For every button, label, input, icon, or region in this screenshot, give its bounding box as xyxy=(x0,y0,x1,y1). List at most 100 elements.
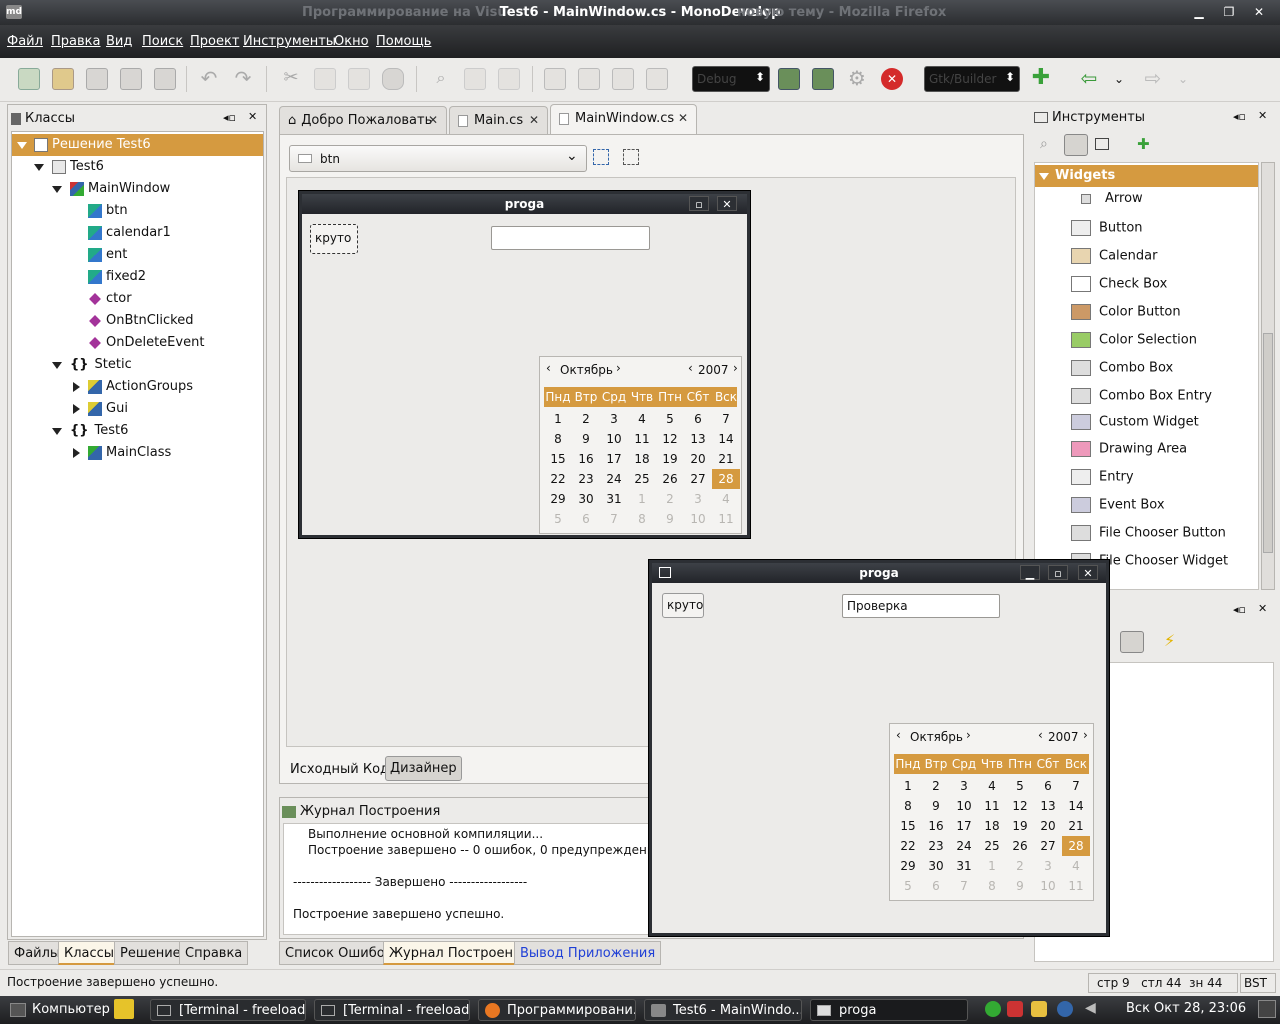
calendar-day[interactable]: 29 xyxy=(544,489,572,509)
calendar-day[interactable]: 31 xyxy=(600,489,628,509)
calendar-day[interactable]: 6 xyxy=(922,876,950,896)
calendar-day[interactable]: 9 xyxy=(656,509,684,529)
print-icon[interactable] xyxy=(154,68,176,90)
tool-item[interactable]: Event Box xyxy=(1071,497,1165,519)
calendar-day[interactable]: 18 xyxy=(978,816,1006,836)
calendar-day[interactable]: 7 xyxy=(712,409,740,429)
calendar-day[interactable]: 28 xyxy=(1062,836,1090,856)
calendar-day[interactable]: 27 xyxy=(684,469,712,489)
calendar-day[interactable]: 12 xyxy=(656,429,684,449)
calendar-day[interactable]: 2 xyxy=(1006,856,1034,876)
calendar-day[interactable]: 19 xyxy=(1006,816,1034,836)
calendar-day[interactable]: 24 xyxy=(600,469,628,489)
calendar-day[interactable]: 21 xyxy=(1062,816,1090,836)
calendar-day[interactable]: 6 xyxy=(684,409,712,429)
configuration-combo[interactable]: Debug ⬍ xyxy=(692,66,770,92)
tree-item-solution[interactable]: Решение Test6 xyxy=(12,134,263,156)
calendar-day[interactable]: 9 xyxy=(572,429,600,449)
calendar-day[interactable]: 4 xyxy=(978,776,1006,796)
calendar-day[interactable]: 4 xyxy=(1062,856,1090,876)
stop-icon[interactable]: ✕ xyxy=(881,68,903,90)
tab-build-log[interactable]: Журнал Построения xyxy=(383,941,536,965)
prev-month-icon[interactable]: ‹ xyxy=(546,361,551,375)
designer-button-kruto[interactable]: круто xyxy=(310,224,358,254)
calendar-day[interactable]: 6 xyxy=(572,509,600,529)
tray-skype-icon[interactable] xyxy=(1057,1001,1073,1017)
tool-item[interactable]: Custom Widget xyxy=(1071,414,1199,436)
indent-icon[interactable] xyxy=(544,68,566,90)
tool-item[interactable]: Button xyxy=(1071,220,1143,242)
maximize-icon[interactable]: ▫ xyxy=(689,196,709,211)
expander-icon[interactable] xyxy=(34,164,44,171)
menu-file[interactable]: Файл xyxy=(7,34,43,49)
start-menu-button[interactable]: Компьютер xyxy=(4,999,116,1021)
calendar-day[interactable]: 7 xyxy=(600,509,628,529)
calendar-day[interactable]: 9 xyxy=(1006,876,1034,896)
close-icon[interactable]: ✕ xyxy=(717,196,737,211)
menu-project[interactable]: Проект xyxy=(190,34,239,49)
expander-icon[interactable] xyxy=(17,142,27,149)
calendar-day[interactable]: 20 xyxy=(1034,816,1062,836)
task-proga[interactable]: proga xyxy=(810,999,968,1021)
task-firefox[interactable]: Программировани... xyxy=(478,999,636,1021)
calendar-day[interactable]: 1 xyxy=(894,776,922,796)
close-icon[interactable]: ✕ xyxy=(1078,565,1098,580)
comment-icon[interactable] xyxy=(612,68,634,90)
list-view-icon[interactable] xyxy=(1064,134,1088,156)
tool-item[interactable]: File Chooser Button xyxy=(1071,525,1226,547)
forward-dropdown-icon[interactable]: ⌄ xyxy=(1172,68,1194,90)
calendar-day[interactable]: 8 xyxy=(628,509,656,529)
menu-search[interactable]: Поиск xyxy=(142,34,183,49)
back-icon[interactable]: ⇦ xyxy=(1078,68,1100,90)
tab-error-list[interactable]: Список Ошибок xyxy=(279,941,399,965)
calendar-day[interactable]: 17 xyxy=(600,449,628,469)
settings-icon[interactable]: ⚙ xyxy=(846,68,868,90)
calendar-day[interactable]: 18 xyxy=(628,449,656,469)
next-month-icon[interactable]: › xyxy=(966,728,971,742)
calendar-day[interactable]: 15 xyxy=(544,449,572,469)
calendar-day[interactable]: 10 xyxy=(684,509,712,529)
tree-item-namespace[interactable]: {} Stetic xyxy=(12,354,263,376)
pad-close-icon[interactable]: ✕ xyxy=(1258,602,1267,615)
calendar-day[interactable]: 12 xyxy=(1006,796,1034,816)
calendar-day[interactable]: 7 xyxy=(1062,776,1090,796)
tab-help[interactable]: Справка xyxy=(179,941,249,965)
close-icon[interactable]: ✕ xyxy=(1249,3,1269,21)
next-month-icon[interactable]: › xyxy=(616,361,621,375)
prev-year-icon[interactable]: ‹ xyxy=(1038,728,1043,742)
calendar-day[interactable]: 26 xyxy=(1006,836,1034,856)
tab-mainwindow-cs[interactable]: MainWindow.cs ✕ xyxy=(550,104,697,134)
show-desktop-icon[interactable] xyxy=(1258,1000,1276,1018)
compact-view-icon[interactable] xyxy=(1095,138,1109,150)
expander-icon[interactable] xyxy=(73,404,80,414)
calendar-day[interactable]: 10 xyxy=(600,429,628,449)
platform-combo[interactable]: Gtk/Builder ⬍ xyxy=(924,66,1020,92)
calendar-day[interactable]: 25 xyxy=(978,836,1006,856)
tree-item-project[interactable]: Test6 xyxy=(12,156,263,178)
calendar-day[interactable]: 28 xyxy=(712,469,740,489)
properties-view-icon[interactable] xyxy=(1120,631,1144,653)
calendar-day[interactable]: 11 xyxy=(1062,876,1090,896)
minimize-icon[interactable]: ▁ xyxy=(1020,565,1040,580)
calendar-day[interactable]: 2 xyxy=(656,489,684,509)
calendar-day[interactable]: 30 xyxy=(922,856,950,876)
calendar-day[interactable]: 10 xyxy=(1034,876,1062,896)
designer-calendar[interactable]: ‹ Октябрь › ‹ 2007 › Пнд Втр Срд Чтв Птн Сбт В… xyxy=(539,356,742,534)
tree-item-class[interactable]: ActionGroups xyxy=(12,376,263,398)
undo-icon[interactable]: ↶ xyxy=(198,68,220,90)
calendar-day[interactable]: 17 xyxy=(950,816,978,836)
app-entry[interactable]: Проверка xyxy=(842,594,1000,618)
save-all-icon[interactable] xyxy=(120,68,142,90)
calendar-day[interactable]: 9 xyxy=(922,796,950,816)
add-icon[interactable]: ✚ xyxy=(1030,67,1052,90)
clock[interactable]: Вск Окт 28, 23:06 xyxy=(1126,1001,1246,1016)
next-year-icon[interactable]: › xyxy=(1083,728,1088,742)
menu-view[interactable]: Вид xyxy=(106,34,132,49)
signals-icon[interactable]: ⚡ xyxy=(1164,631,1175,650)
calendar-day[interactable]: 20 xyxy=(684,449,712,469)
filter-icon[interactable]: ⌕ xyxy=(1040,136,1058,154)
build-icon[interactable] xyxy=(778,68,800,90)
new-file-icon[interactable] xyxy=(18,68,40,90)
cut-icon[interactable]: ✂ xyxy=(280,68,302,90)
calendar-day[interactable]: 19 xyxy=(656,449,684,469)
